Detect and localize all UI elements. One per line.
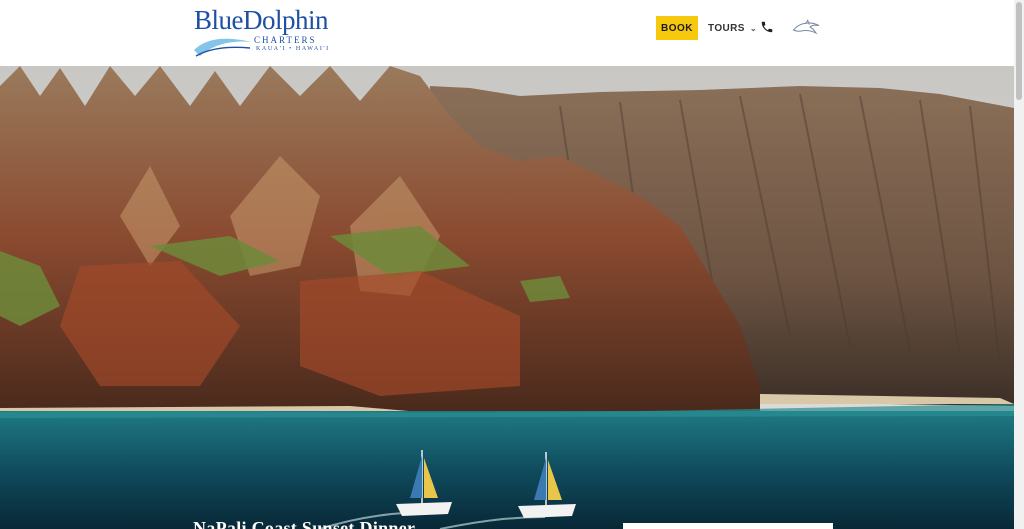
logo-subtitle: CHARTERS	[254, 35, 317, 45]
book-button[interactable]: BOOK	[656, 16, 698, 40]
booking-card[interactable]	[623, 523, 833, 529]
scrollbar-thumb[interactable]	[1016, 2, 1022, 100]
tours-label: TOURS	[708, 22, 745, 34]
tours-menu[interactable]: TOURS ⌄	[708, 16, 757, 40]
chevron-down-icon: ⌄	[749, 23, 757, 33]
site-header: BlueDolphin CHARTERS KAUA'I • HAWAI'I BO…	[0, 0, 1014, 66]
site-logo[interactable]: BlueDolphin CHARTERS KAUA'I • HAWAI'I	[192, 4, 329, 62]
logo-location: KAUA'I • HAWAI'I	[256, 46, 330, 52]
logo-swoosh-icon	[194, 38, 252, 57]
hero-title: NaPali Coast Sunset Dinner	[193, 518, 416, 529]
hero-banner: NaPali Coast Sunset Dinner	[0, 66, 1014, 529]
hero-image	[0, 66, 1014, 529]
phone-icon[interactable]	[760, 19, 774, 35]
dolphin-icon[interactable]	[792, 18, 822, 36]
page-scrollbar[interactable]	[1014, 0, 1024, 529]
